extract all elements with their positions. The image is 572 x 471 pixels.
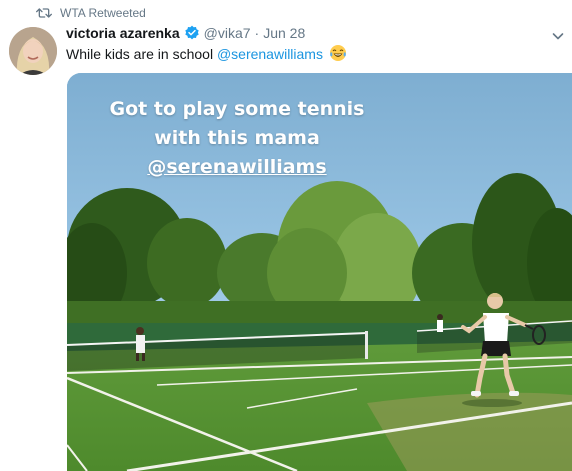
- media-image[interactable]: Got to play some tennis with this mama @…: [67, 73, 572, 471]
- media-caption: Got to play some tennis with this mama @…: [67, 95, 407, 182]
- avatar[interactable]: [9, 27, 57, 75]
- retweet-icon: [36, 6, 52, 20]
- tweet-date[interactable]: Jun 28: [263, 25, 305, 41]
- caption-mention: @serenawilliams: [147, 156, 327, 178]
- retweet-header: WTA Retweeted: [36, 6, 146, 20]
- mention-link[interactable]: @serenawilliams: [217, 46, 323, 62]
- tweet-text-body: While kids are in school: [66, 46, 217, 62]
- laughing-tears-emoji-icon: [329, 44, 347, 65]
- verified-badge-icon: [184, 25, 200, 41]
- chevron-down-icon[interactable]: [550, 28, 566, 44]
- retweet-label[interactable]: WTA Retweeted: [60, 6, 146, 20]
- author-name[interactable]: victoria azarenka: [66, 25, 180, 41]
- author-handle[interactable]: @vika7: [204, 25, 251, 41]
- tweet-text: While kids are in school @serenawilliams: [66, 44, 347, 65]
- tweet-header: victoria azarenka @vika7 · Jun 28: [66, 25, 305, 41]
- caption-line-1: Got to play some tennis: [109, 98, 365, 120]
- caption-line-2: with this mama: [154, 127, 320, 149]
- meta-separator: ·: [254, 25, 260, 41]
